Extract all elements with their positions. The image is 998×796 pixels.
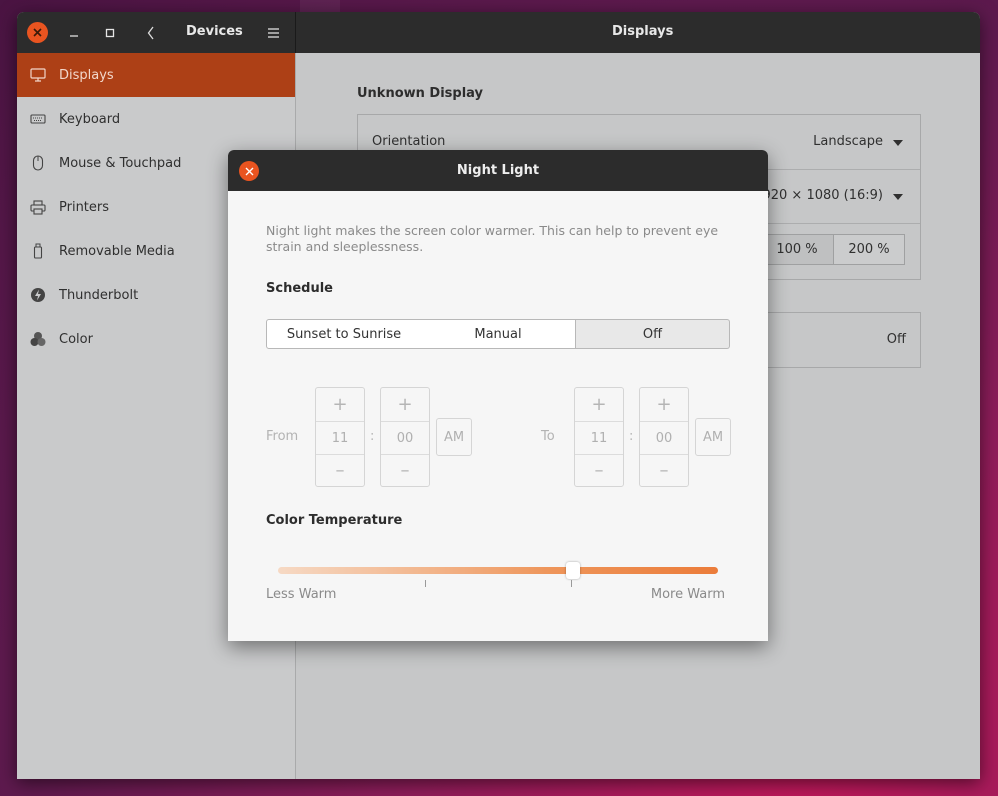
slider-handle[interactable] (565, 562, 580, 579)
schedule-sunset-sunrise-button[interactable]: Sunset to Sunrise (266, 319, 422, 349)
to-minute-decrement[interactable]: – (640, 454, 688, 486)
to-hour-increment[interactable]: + (575, 388, 623, 420)
color-temperature-slider[interactable] (278, 567, 718, 574)
mouse-icon (30, 155, 46, 171)
schedule-heading: Schedule (266, 281, 333, 296)
slider-tick-mark (425, 580, 426, 587)
dialog-close-button[interactable] (239, 161, 259, 181)
scale-100-button[interactable]: 100 % (760, 234, 834, 265)
from-hour-increment[interactable]: + (316, 388, 364, 420)
dialog-title: Night Light (456, 163, 540, 178)
maximize-icon (105, 28, 115, 37)
sidebar-item-displays[interactable]: Displays (17, 53, 295, 97)
hamburger-icon (267, 27, 279, 38)
from-minute-value[interactable]: 00 (381, 421, 429, 455)
dropdown-arrow-icon (893, 140, 903, 146)
to-time-separator: : (629, 429, 634, 444)
window-titlebar: Devices Displays (17, 12, 980, 53)
close-icon (245, 167, 253, 175)
sidebar-item-label: Mouse & Touchpad (59, 155, 182, 171)
night-light-status: Off (886, 332, 906, 347)
usb-drive-icon (30, 243, 46, 259)
slider-tick-mark (571, 580, 572, 587)
sidebar-item-label: Displays (59, 67, 114, 83)
to-minute-value[interactable]: 00 (640, 421, 688, 455)
keyboard-icon (30, 111, 46, 127)
from-minute-decrement[interactable]: – (381, 454, 429, 486)
from-time-separator: : (370, 429, 375, 444)
dialog-titlebar: Night Light (228, 150, 768, 191)
window-minimize-button[interactable] (64, 22, 84, 43)
hamburger-menu-button[interactable] (263, 22, 283, 43)
sidebar-item-keyboard[interactable]: Keyboard (17, 97, 295, 141)
from-label: From (266, 429, 299, 444)
window-close-button[interactable] (27, 22, 48, 43)
sidebar-item-label: Keyboard (59, 111, 121, 127)
printer-icon (30, 199, 46, 215)
to-hour-decrement[interactable]: – (575, 454, 623, 486)
titlebar-divider (295, 12, 296, 53)
sidebar-title: Devices (186, 24, 243, 39)
sidebar-item-label: Thunderbolt (59, 287, 139, 303)
color-icon (30, 331, 46, 347)
minimize-icon (70, 34, 78, 37)
night-light-description: Night light makes the screen color warme… (266, 223, 719, 254)
display-name-heading: Unknown Display (357, 86, 484, 101)
to-minute-increment[interactable]: + (640, 388, 688, 420)
page-title: Displays (612, 24, 674, 39)
night-light-dialog: Night Light Night light makes the screen… (228, 150, 768, 641)
from-minute-spinner[interactable]: + 00 – (380, 387, 430, 487)
less-warm-label: Less Warm (266, 587, 337, 602)
to-ampm-button[interactable]: AM (695, 418, 731, 456)
sidebar-item-label: Color (59, 331, 93, 347)
color-temperature-heading: Color Temperature (266, 513, 403, 528)
to-minute-spinner[interactable]: + 00 – (639, 387, 689, 487)
to-hour-value[interactable]: 11 (575, 421, 623, 455)
thunderbolt-icon (30, 287, 46, 303)
sidebar-item-label: Printers (59, 199, 110, 215)
chevron-left-icon (147, 26, 154, 39)
back-button[interactable] (141, 22, 161, 43)
orientation-value: Landscape (813, 134, 883, 149)
from-hour-spinner[interactable]: + 11 – (315, 387, 365, 487)
more-warm-label: More Warm (650, 587, 725, 602)
orientation-label: Orientation (372, 134, 446, 149)
close-icon (33, 28, 42, 37)
scale-200-button[interactable]: 200 % (833, 234, 905, 265)
to-label: To (541, 429, 555, 444)
display-icon (30, 67, 46, 83)
resolution-value: 1920 × 1080 (16:9) (754, 188, 883, 203)
from-hour-value[interactable]: 11 (316, 421, 364, 455)
schedule-off-button[interactable]: Off (576, 319, 730, 349)
dropdown-arrow-icon (893, 194, 903, 200)
sidebar-item-label: Removable Media (59, 243, 175, 259)
schedule-manual-button[interactable]: Manual (421, 319, 576, 349)
to-hour-spinner[interactable]: + 11 – (574, 387, 624, 487)
from-hour-decrement[interactable]: – (316, 454, 364, 486)
from-minute-increment[interactable]: + (381, 388, 429, 420)
window-maximize-button[interactable] (100, 22, 120, 43)
from-ampm-button[interactable]: AM (436, 418, 472, 456)
